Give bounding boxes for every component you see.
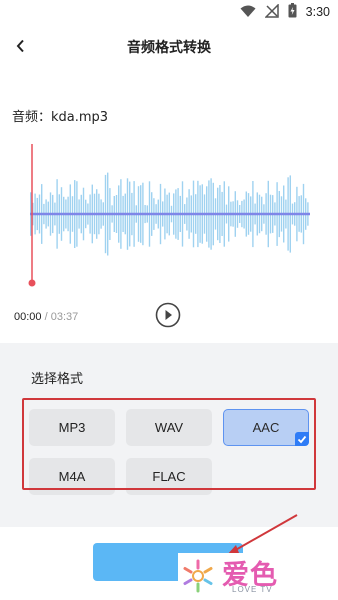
file-name-label: 音频：kda.mp3: [12, 110, 109, 125]
time-separator: /: [41, 311, 51, 323]
audio-waveform[interactable]: [0, 140, 338, 300]
playback-time: 00:00 / 03:37: [14, 311, 78, 323]
watermark: 爱色 LOVE TV: [178, 553, 304, 598]
wifi-icon: [240, 3, 256, 22]
total-time: 03:37: [50, 311, 79, 323]
waveform-svg: [28, 144, 310, 287]
play-icon: [155, 302, 181, 328]
play-button[interactable]: [155, 302, 181, 328]
status-bar: 3:30: [0, 0, 338, 24]
format-section-title: 选择格式: [31, 372, 84, 387]
status-time: 3:30: [305, 5, 330, 19]
current-time: 00:00: [14, 311, 42, 323]
page-title: 音频格式转换: [127, 40, 211, 56]
no-signal-icon: [263, 2, 279, 22]
battery-icon: [288, 2, 297, 22]
status-icons: 3:30: [240, 2, 330, 22]
format-highlight-annotation: [22, 398, 316, 490]
watermark-sub-text: LOVE TV: [232, 585, 273, 594]
watermark-logo-icon: [183, 559, 213, 593]
playhead-handle: [28, 279, 36, 287]
